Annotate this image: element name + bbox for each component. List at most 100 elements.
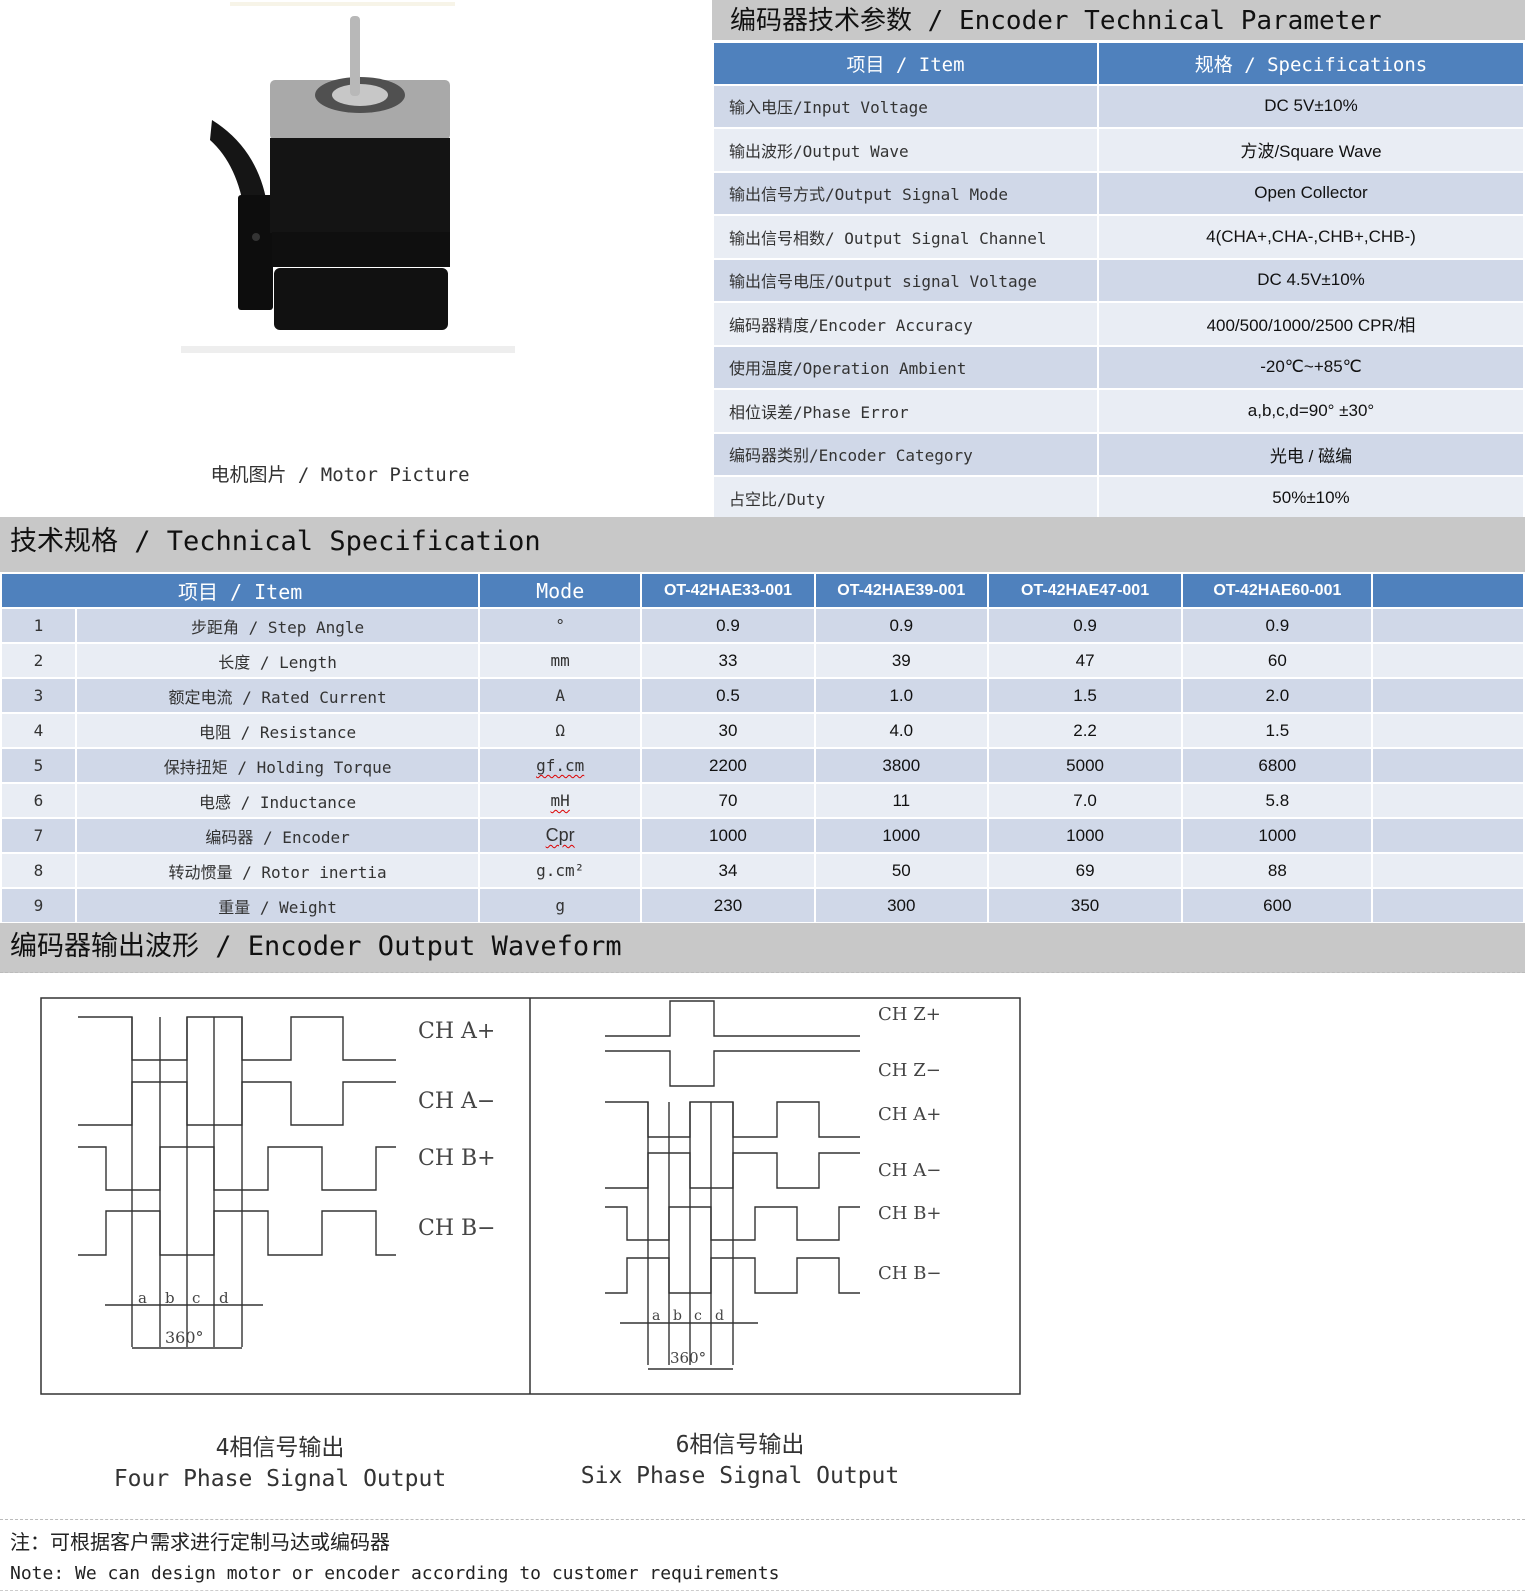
header-specifications: 规格 / Specifications [1097, 40, 1525, 86]
param-item: 相位误差/Phase Error [712, 388, 1099, 434]
spec-unit: g.cm² [478, 852, 643, 889]
channel-label: CH A− [878, 1160, 941, 1181]
param-item: 编码器类别/Encoder Category [712, 431, 1099, 477]
spec-item: 转动惯量 / Rotor inertia [74, 852, 481, 889]
row-number: 7 [0, 817, 77, 854]
channel-label: CH B− [418, 1216, 496, 1241]
spec-value-model-4: 5.8 [1181, 782, 1374, 819]
tech-spec-header: 项目 / Item Mode OT-42HAE33-001 OT-42HAE39… [0, 572, 1525, 609]
spec-unit: mH [478, 782, 643, 819]
spec-row: 6 电感 / Inductance mH 70 11 7.0 5.8 [0, 782, 1525, 819]
row-number: 3 [0, 677, 77, 714]
spec-item: 编码器 / Encoder [74, 817, 481, 854]
spec-value-model-1: 230 [640, 887, 816, 924]
encoder-param-row: 输出信号相数/ Output Signal Channel 4(CHA+,CHA-… [712, 214, 1525, 260]
spec-value-model-2: 39 [813, 642, 989, 679]
motor-shaft [350, 16, 360, 96]
spec-value-model-5 [1371, 642, 1525, 679]
channel-label: CH A+ [418, 1019, 495, 1044]
header-model-1: OT-42HAE33-001 [640, 572, 816, 609]
six-phase-waveform: a b c d 360° CH Z+ CH Z− CH A+ CH A− CH B+ CH B− [605, 1000, 942, 1370]
encoder-param-row: 输入电压/Input Voltage DC 5V±10% [712, 83, 1525, 129]
period-label: 360° [165, 1328, 204, 1347]
spec-unit: Ω [478, 712, 643, 749]
spec-item: 额定电流 / Rated Current [74, 677, 481, 714]
row-number: 9 [0, 887, 77, 924]
spec-value-model-5 [1371, 887, 1525, 924]
note-divider [0, 1519, 1525, 1520]
interval-label-b: b [673, 1308, 682, 1324]
spec-item: 长度 / Length [74, 642, 481, 679]
spec-item: 重量 / Weight [74, 887, 481, 924]
param-spec: 400/500/1000/2500 CPR/相 [1097, 301, 1525, 347]
period-label: 360° [670, 1349, 706, 1367]
param-spec: 50%±10% [1097, 475, 1525, 521]
header-model-4: OT-42HAE60-001 [1181, 572, 1374, 609]
spec-unit: mm [478, 642, 643, 679]
motor-image [181, 2, 515, 353]
param-item: 编码器精度/Encoder Accuracy [712, 301, 1099, 347]
wave-ch-b-minus [78, 1210, 396, 1256]
header-item: 项目 / Item [712, 40, 1099, 86]
spec-value-model-3: 350 [986, 887, 1184, 924]
waveform-title: 编码器输出波形 / Encoder Output Waveform [0, 923, 1525, 973]
spec-value-model-4: 2.0 [1181, 677, 1374, 714]
spec-unit: gf.cm [478, 747, 643, 784]
channel-label: CH A− [418, 1089, 495, 1114]
spec-row: 4 电阻 / Resistance Ω 30 4.0 2.2 1.5 [0, 712, 1525, 749]
motor-body [270, 138, 450, 233]
spec-row: 2 长度 / Length mm 33 39 47 60 [0, 642, 1525, 679]
tech-spec-table: 项目 / Item Mode OT-42HAE33-001 OT-42HAE39… [0, 572, 1525, 924]
interval-label-d: d [219, 1289, 229, 1307]
four-phase-waveform: a b c d 360° CH A+ CH A− CH B+ CH B− [78, 1016, 496, 1349]
spec-value-model-1: 30 [640, 712, 816, 749]
spec-value-model-3: 7.0 [986, 782, 1184, 819]
spec-row: 9 重量 / Weight g 230 300 350 600 [0, 887, 1525, 924]
unit-text: mm [550, 651, 570, 670]
encoder-param-row: 编码器类别/Encoder Category 光电 / 磁编 [712, 431, 1525, 477]
encoder-housing [274, 268, 448, 330]
param-item: 输入电压/Input Voltage [712, 83, 1099, 129]
row-number: 2 [0, 642, 77, 679]
spec-unit: A [478, 677, 643, 714]
spec-value-model-2: 3800 [813, 747, 989, 784]
interval-label-c: c [694, 1308, 702, 1324]
interval-label-b: b [165, 1289, 175, 1307]
unit-text: mH [550, 791, 570, 810]
unit-text: A [555, 686, 565, 705]
wave-ch-z-plus [605, 1000, 860, 1037]
connector-box [238, 195, 273, 310]
encoder-params-header: 项目 / Item 规格 / Specifications [712, 40, 1525, 86]
bottom-divider [0, 1590, 1525, 1591]
spec-value-model-3: 1000 [986, 817, 1184, 854]
unit-text: Ω [555, 721, 565, 740]
param-spec: DC 4.5V±10% [1097, 257, 1525, 303]
spec-value-model-3: 5000 [986, 747, 1184, 784]
encoder-param-row: 输出波形/Output Wave 方波/Square Wave [712, 127, 1525, 173]
spec-value-model-2: 0.9 [813, 607, 989, 644]
note-en: Note: We can design motor or encoder acc… [10, 1563, 780, 1584]
spec-value-model-2: 4.0 [813, 712, 989, 749]
spec-value-model-4: 60 [1181, 642, 1374, 679]
spec-value-model-4: 0.9 [1181, 607, 1374, 644]
four-phase-caption: 4相信号输出 Four Phase Signal Output [80, 1428, 480, 1492]
header-model-3: OT-42HAE47-001 [986, 572, 1184, 609]
interval-label-a: a [652, 1308, 660, 1324]
encoder-param-row: 使用温度/Operation Ambient -20℃~+85℃ [712, 344, 1525, 390]
unit-text: ° [555, 616, 565, 635]
spec-value-model-1: 0.5 [640, 677, 816, 714]
tech-spec-title: 技术规格 / Technical Specification [0, 517, 1525, 572]
six-phase-caption-en: Six Phase Signal Output [580, 1463, 900, 1489]
motor-picture-panel: 电机图片 / Motor Picture [0, 0, 712, 517]
spec-value-model-4: 88 [1181, 852, 1374, 889]
spec-value-model-1: 34 [640, 852, 816, 889]
unit-text: g.cm² [536, 861, 585, 880]
spec-value-model-3: 47 [986, 642, 1184, 679]
four-phase-caption-zh: 4相信号输出 [215, 1435, 345, 1461]
header-mode: Mode [478, 572, 643, 609]
param-spec: a,b,c,d=90° ±30° [1097, 388, 1525, 434]
spec-value-model-1: 0.9 [640, 607, 816, 644]
param-spec: 4(CHA+,CHA-,CHB+,CHB-) [1097, 214, 1525, 260]
encoder-params-title: 编码器技术参数 / Encoder Technical Parameter [712, 0, 1525, 40]
param-item: 输出信号相数/ Output Signal Channel [712, 214, 1099, 260]
